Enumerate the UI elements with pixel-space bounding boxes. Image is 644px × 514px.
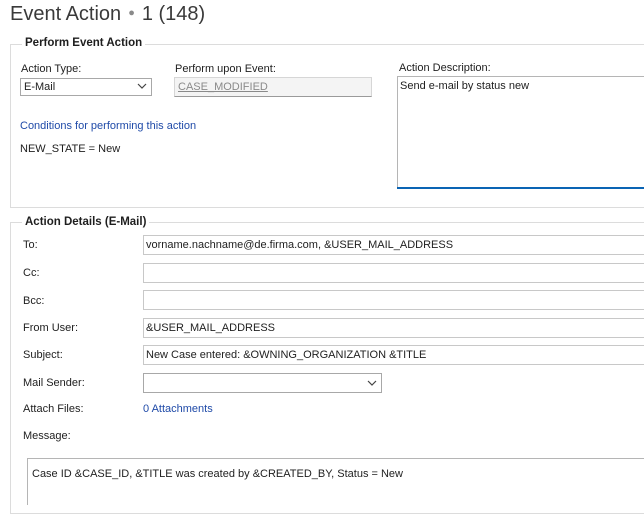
bcc-label: Bcc: — [23, 295, 45, 307]
action-description-label: Action Description: — [399, 62, 491, 74]
from-user-label: From User: — [23, 322, 78, 334]
to-input[interactable]: vorname.nachname@de.firma.com, &USER_MAI… — [143, 235, 644, 255]
mail-sender-label: Mail Sender: — [23, 377, 85, 389]
bcc-input[interactable] — [143, 290, 644, 310]
message-label: Message: — [23, 430, 71, 442]
cc-label: Cc: — [23, 267, 40, 279]
title-separator: ● — [128, 7, 135, 19]
message-editor[interactable]: Case ID &CASE_ID, &TITLE was created by … — [27, 458, 644, 505]
action-type-value: E-Mail — [24, 81, 56, 93]
action-type-label: Action Type: — [21, 63, 82, 75]
action-type-select[interactable]: E-Mail — [20, 78, 152, 96]
subject-input[interactable]: New Case entered: &OWNING_ORGANIZATION &… — [143, 345, 644, 365]
perform-upon-event-value: CASE_MODIFIED — [178, 81, 268, 93]
from-user-input[interactable]: &USER_MAIL_ADDRESS — [143, 318, 644, 338]
subject-value: New Case entered: &OWNING_ORGANIZATION &… — [146, 349, 427, 361]
record-id: 1 (148) — [141, 3, 206, 25]
subject-label: Subject: — [23, 349, 63, 361]
action-details-legend: Action Details (E-Mail) — [22, 216, 150, 228]
perform-upon-event-label: Perform upon Event: — [175, 63, 276, 75]
cc-input[interactable] — [143, 263, 644, 283]
attachments-link[interactable]: 0 Attachments — [143, 403, 213, 415]
mail-sender-select[interactable] — [143, 373, 382, 393]
to-value: vorname.nachname@de.firma.com, &USER_MAI… — [146, 239, 454, 251]
conditions-link[interactable]: Conditions for performing this action — [20, 120, 196, 132]
from-user-value: &USER_MAIL_ADDRESS — [146, 322, 275, 334]
action-description-textarea[interactable]: Send e-mail by status new — [397, 76, 644, 188]
message-value: Case ID &CASE_ID, &TITLE was created by … — [32, 468, 403, 480]
page-title: Event Action ● 1 (148) — [10, 3, 205, 26]
attach-files-label: Attach Files: — [23, 403, 84, 415]
chevron-down-icon — [367, 380, 377, 386]
to-label: To: — [23, 239, 38, 251]
page-title-text: Event Action — [10, 3, 122, 25]
chevron-down-icon — [137, 83, 147, 89]
perform-upon-event-field: CASE_MODIFIED — [174, 77, 372, 97]
description-focus-underline — [397, 187, 644, 189]
perform-event-action-legend: Perform Event Action — [22, 37, 146, 49]
condition-text: NEW_STATE = New — [20, 143, 121, 155]
action-description-value: Send e-mail by status new — [400, 80, 530, 92]
